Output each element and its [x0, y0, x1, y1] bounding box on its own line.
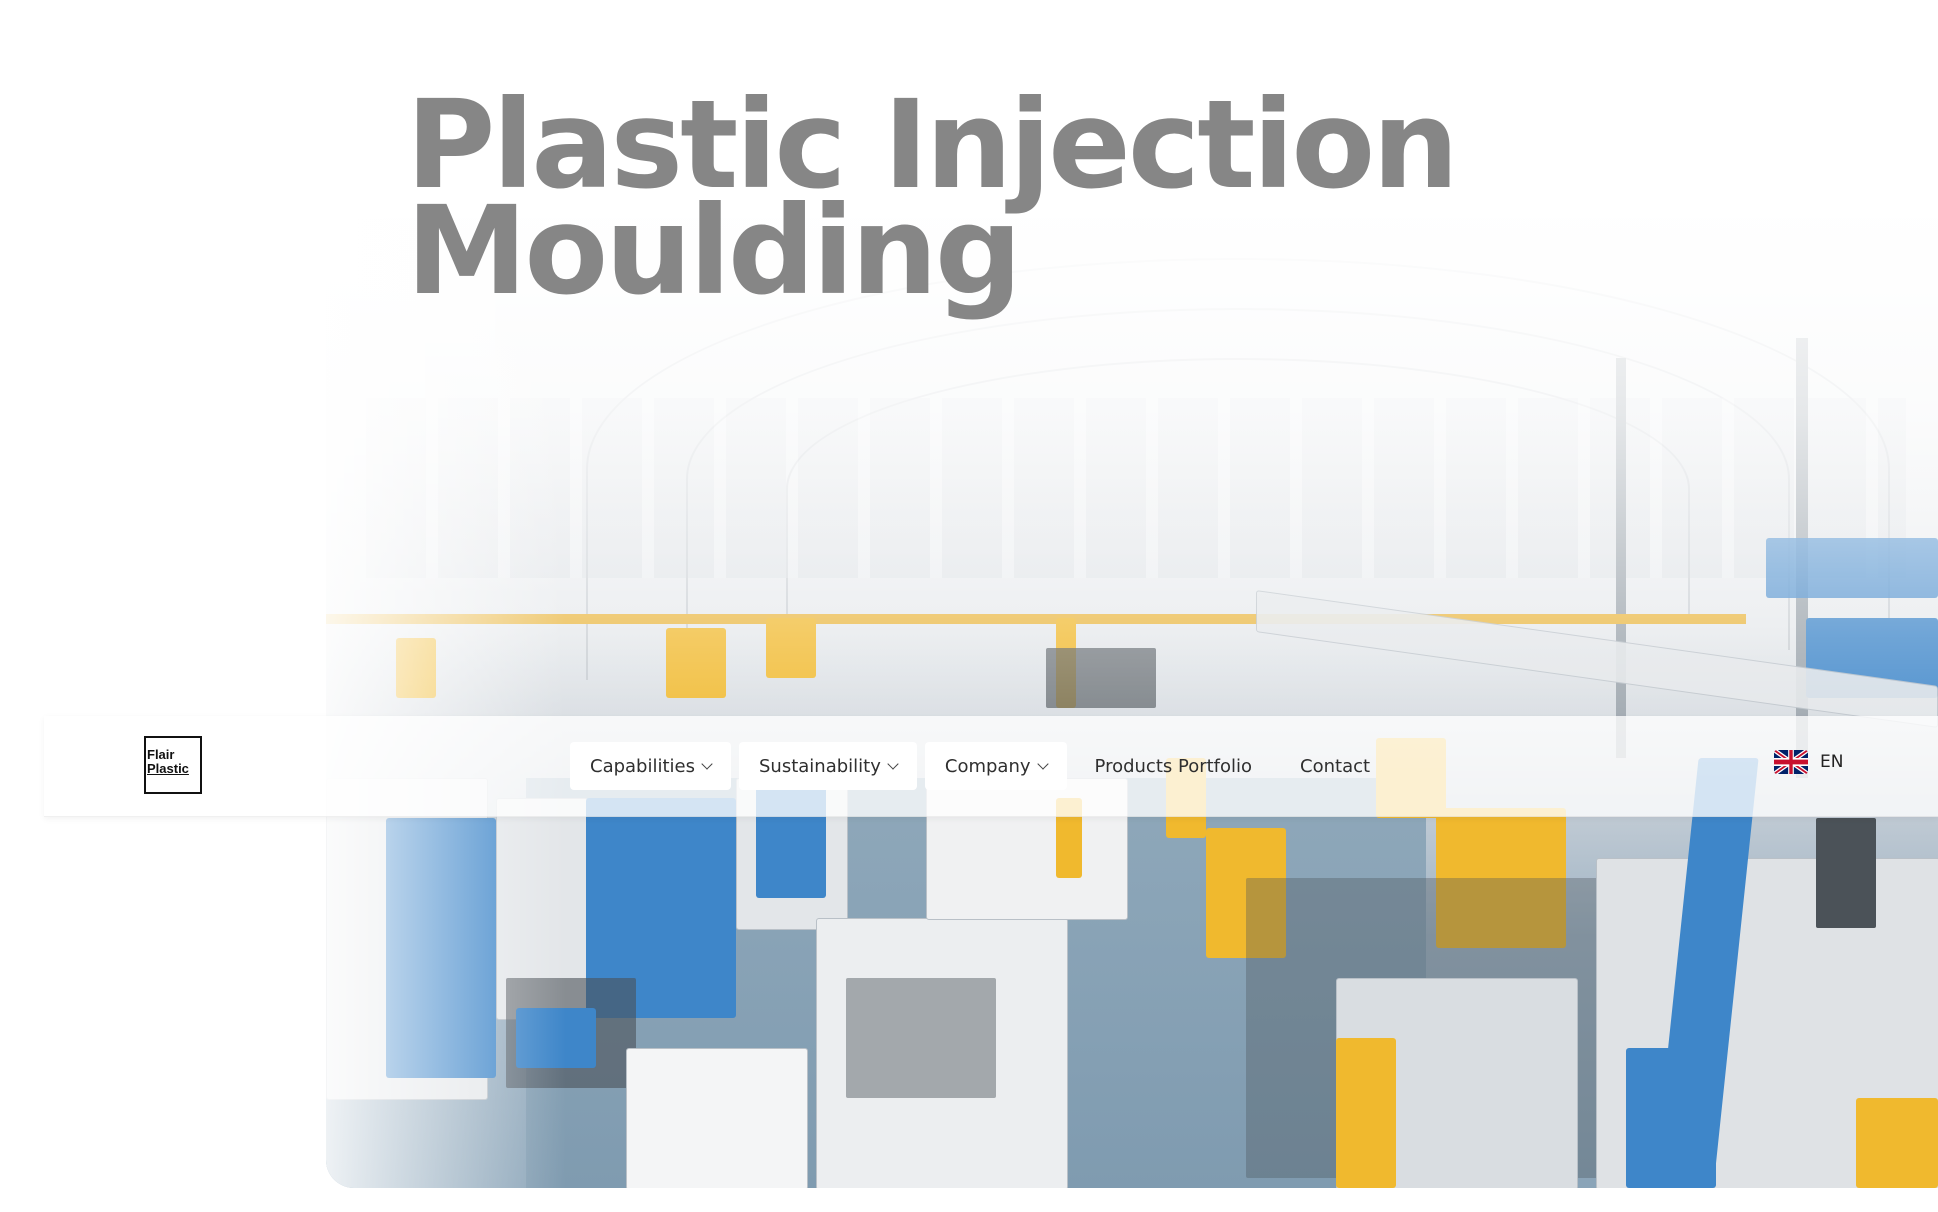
- nav-item-label: Company: [944, 755, 1031, 777]
- nav-item-label: Capabilities: [590, 755, 695, 777]
- page-title: Plastic Injection Moulding: [406, 84, 1606, 312]
- language-code: EN: [1820, 752, 1844, 772]
- flair-plastic-logo[interactable]: Flair Plastic: [144, 736, 202, 794]
- nav-item-contact[interactable]: Contact: [1280, 742, 1390, 790]
- chevron-down-icon: [887, 758, 899, 770]
- main-navigation: Capabilities Sustainability Company Prod…: [570, 742, 1390, 790]
- chevron-down-icon: [701, 758, 713, 770]
- chevron-down-icon: [1036, 758, 1049, 770]
- nav-item-products-portfolio[interactable]: Products Portfolio: [1075, 742, 1273, 790]
- nav-item-label: Sustainability: [759, 755, 881, 777]
- site-header: Flair Plastic Capabilities Sustainabilit…: [44, 716, 1938, 817]
- hero-factory-image: [326, 218, 1938, 1188]
- language-selector[interactable]: EN: [1774, 750, 1843, 774]
- nav-item-label: Contact: [1300, 755, 1371, 777]
- nav-item-label: Products Portfolio: [1094, 755, 1253, 777]
- nav-item-sustainability[interactable]: Sustainability: [739, 742, 917, 790]
- nav-item-capabilities[interactable]: Capabilities: [570, 742, 731, 790]
- logo-text-line-1: Flair: [146, 747, 175, 762]
- logo-text-line-2: Plastic: [146, 761, 189, 776]
- nav-item-company[interactable]: Company: [924, 742, 1067, 790]
- uk-flag-icon: [1774, 750, 1808, 774]
